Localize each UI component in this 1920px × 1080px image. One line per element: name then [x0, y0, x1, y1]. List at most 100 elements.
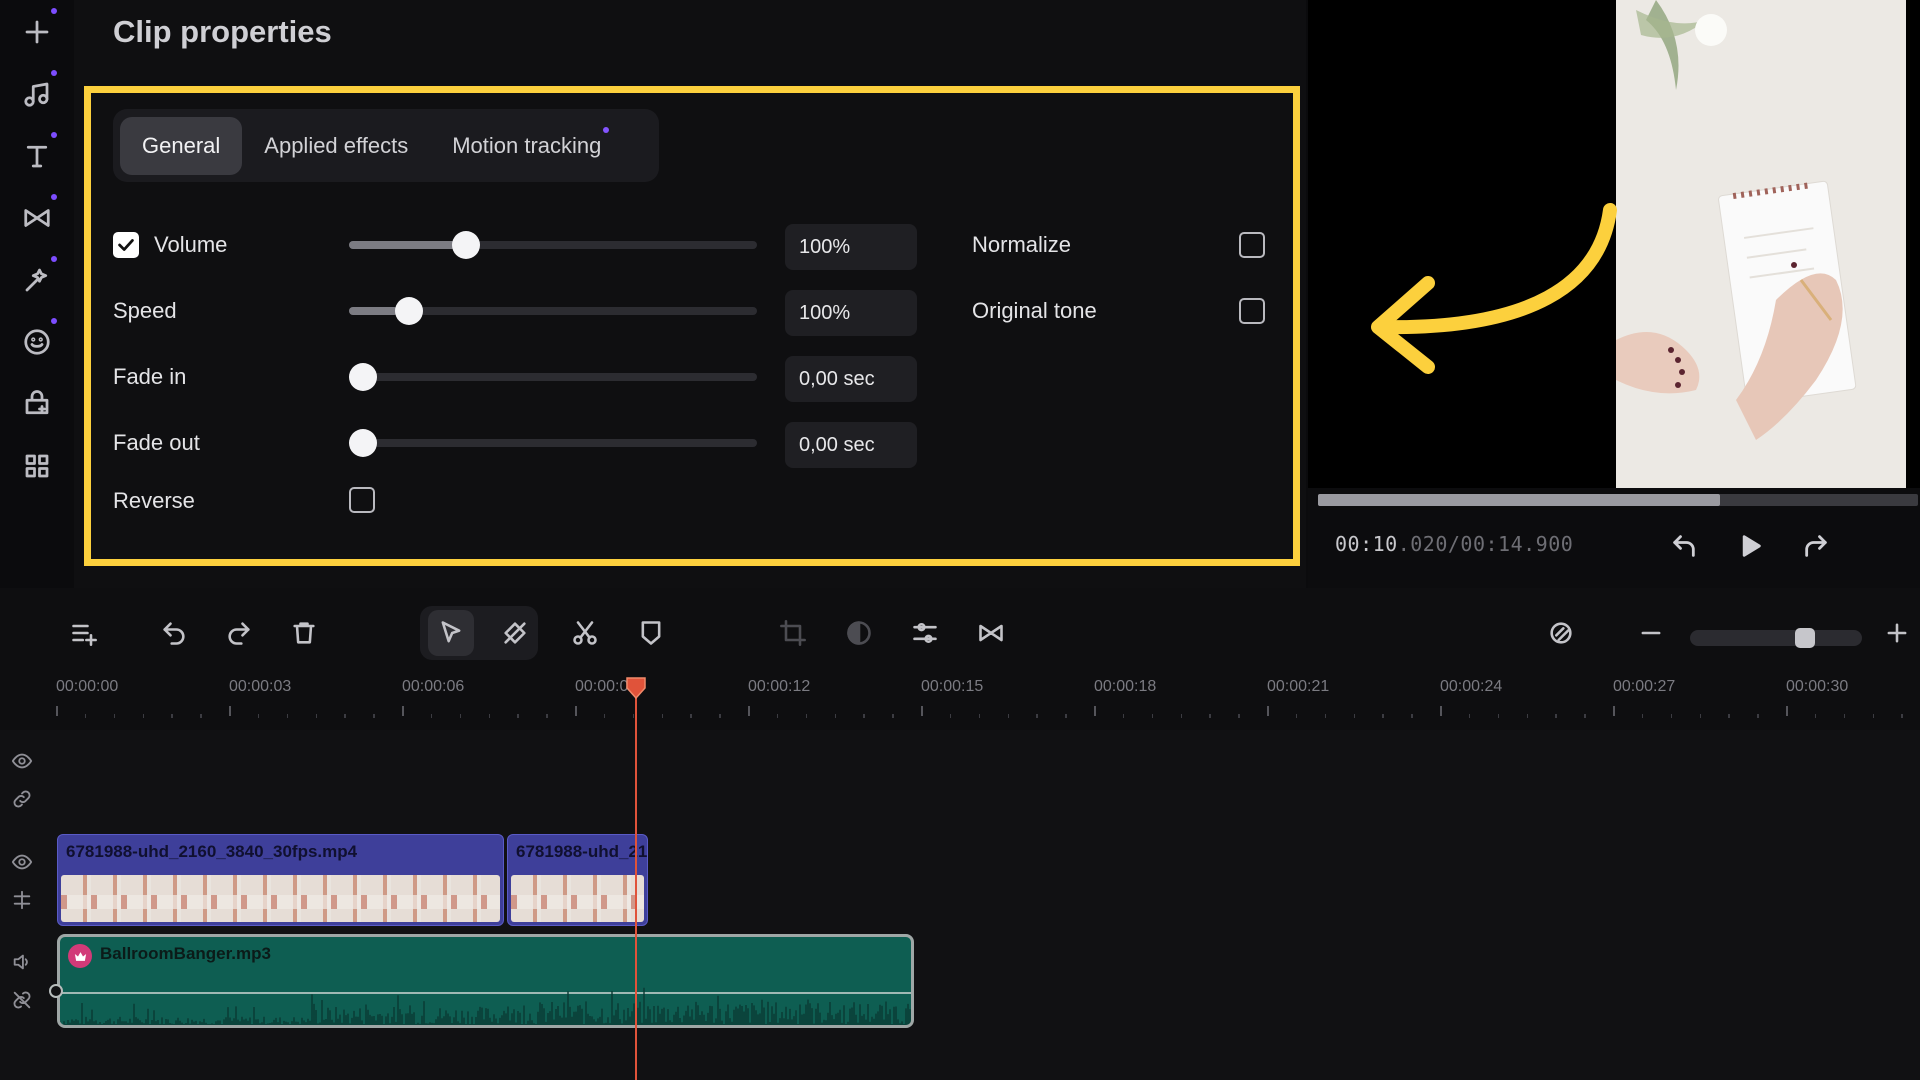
- unlink-icon[interactable]: [8, 986, 36, 1014]
- play-icon[interactable]: [1732, 528, 1768, 564]
- ruler-minor-tick: [1151, 714, 1154, 718]
- ruler-minor-tick: [632, 714, 635, 718]
- ruler-minor-tick: [257, 714, 260, 718]
- effects-icon[interactable]: [19, 256, 57, 298]
- normalize-label: Normalize: [972, 232, 1072, 257]
- music-icon[interactable]: [19, 70, 57, 112]
- slider-knob[interactable]: [394, 297, 423, 325]
- ruler-minor-tick: [690, 714, 692, 718]
- speed-value-input[interactable]: 100%: [785, 290, 917, 336]
- link-icon[interactable]: [1538, 610, 1584, 656]
- ruler-minor-tick: [1497, 714, 1500, 718]
- ruler-minor-tick: [546, 714, 548, 718]
- ruler-minor-tick: [488, 714, 490, 718]
- eye-icon[interactable]: [8, 848, 36, 876]
- clip-thumbnails: [61, 875, 500, 922]
- ruler-tick: [1786, 706, 1788, 716]
- playhead-handle[interactable]: [625, 676, 647, 700]
- ruler-minor-tick: [430, 714, 433, 718]
- ruler-tick: [1094, 706, 1096, 716]
- add-track-icon[interactable]: [61, 610, 107, 656]
- eye-icon[interactable]: [8, 747, 36, 775]
- tab-general[interactable]: General: [120, 116, 243, 175]
- rewind-icon[interactable]: [1666, 528, 1702, 564]
- speed-label: Speed: [113, 298, 177, 323]
- reverse-checkbox[interactable]: [349, 487, 375, 513]
- zoom-knob[interactable]: [1795, 628, 1816, 648]
- slider-knob[interactable]: [451, 231, 480, 259]
- ruler-minor-tick: [517, 714, 519, 718]
- adjust-icon[interactable]: [902, 610, 948, 656]
- volume-slider[interactable]: [349, 231, 757, 259]
- ruler-tick: [1440, 706, 1442, 716]
- ruler-tick-label: 00:00:24: [1440, 678, 1503, 695]
- ruler-tick-label: 00:00:27: [1613, 678, 1676, 695]
- zoom-slider[interactable]: [1690, 628, 1862, 648]
- volume-value-input[interactable]: 100%: [785, 224, 917, 270]
- ruler-minor-tick: [1670, 714, 1673, 718]
- ruler-minor-tick: [1757, 714, 1759, 718]
- tab-motion-tracking[interactable]: Motion tracking: [430, 117, 623, 175]
- ruler-tick: [402, 706, 404, 716]
- ruler-tick: [56, 706, 58, 716]
- speed-slider[interactable]: [349, 297, 757, 325]
- transition-icon[interactable]: [968, 610, 1014, 656]
- select-tool-icon[interactable]: [428, 610, 474, 656]
- crop-icon[interactable]: [770, 610, 816, 656]
- fade-in-slider[interactable]: [349, 363, 757, 391]
- fade-out-slider[interactable]: [349, 429, 757, 457]
- fade-out-value-input[interactable]: 0,00 sec: [785, 422, 917, 468]
- new-indicator-dot: [51, 256, 57, 262]
- volume-keyframe-handle[interactable]: [49, 984, 63, 998]
- slider-knob[interactable]: [349, 363, 377, 391]
- zoom-in-icon[interactable]: [1874, 610, 1920, 656]
- slider-knob[interactable]: [349, 429, 377, 457]
- premium-crown-icon: [68, 944, 92, 968]
- audio-clip[interactable]: BallroomBanger.mp3: [57, 934, 914, 1028]
- ruler-minor-tick: [1209, 714, 1211, 718]
- ruler-tick-label: 00:00:03: [229, 678, 292, 695]
- add-media-icon[interactable]: [19, 8, 57, 50]
- ruler-tick: [1267, 706, 1269, 716]
- color-icon[interactable]: [836, 610, 882, 656]
- undo-icon[interactable]: [151, 610, 197, 656]
- ruler-minor-tick: [459, 714, 462, 718]
- ruler-minor-tick: [776, 714, 779, 718]
- tab-applied-effects[interactable]: Applied effects: [242, 117, 430, 175]
- delete-icon[interactable]: [281, 610, 327, 656]
- forward-icon[interactable]: [1798, 528, 1834, 564]
- original-tone-checkbox[interactable]: [1239, 298, 1265, 324]
- mute-video-icon[interactable]: [8, 886, 36, 914]
- fade-in-value-input[interactable]: 0,00 sec: [785, 356, 917, 402]
- volume-icon[interactable]: [8, 948, 36, 976]
- ruler-tick-label: 00:00:21: [1267, 678, 1330, 695]
- fade-in-label: Fade in: [113, 364, 187, 389]
- ruler-minor-tick: [315, 714, 317, 718]
- stickers-icon[interactable]: [19, 318, 57, 360]
- redo-icon[interactable]: [216, 610, 262, 656]
- ruler-minor-tick: [1353, 714, 1355, 718]
- magnet-tool-icon[interactable]: [492, 610, 538, 656]
- ruler-minor-tick: [1411, 714, 1413, 718]
- ruler-minor-tick: [1065, 714, 1067, 718]
- link-track-icon[interactable]: [8, 785, 36, 813]
- split-icon[interactable]: [562, 610, 608, 656]
- video-clip[interactable]: 6781988-uhd_2160_3840_30fps.mp4: [57, 834, 504, 926]
- preview-progress-bar[interactable]: [1318, 494, 1918, 506]
- volume-checkbox[interactable]: [113, 232, 139, 258]
- tab-motion-tracking-label: Motion tracking: [452, 132, 602, 158]
- new-indicator-dot: [51, 194, 57, 200]
- store-icon[interactable]: [19, 386, 55, 422]
- zoom-out-icon[interactable]: [1628, 610, 1674, 656]
- ruler-minor-tick: [1180, 714, 1182, 718]
- time-ruler[interactable]: 00:00:00 00:00:03 00:00:06 00:00:09 00:00:12…: [0, 678, 1920, 730]
- timecode-current: 00:10: [1335, 532, 1398, 556]
- video-clip[interactable]: 6781988-uhd_2160_3840_30fps.mp4: [507, 834, 648, 926]
- ruler-tick-label: 00:00:15: [921, 678, 984, 695]
- apps-icon[interactable]: [19, 448, 55, 484]
- tab-bar: General Applied effects Motion tracking: [113, 109, 659, 182]
- transitions-icon[interactable]: [19, 194, 57, 236]
- normalize-checkbox[interactable]: [1239, 232, 1265, 258]
- text-icon[interactable]: [19, 132, 57, 174]
- marker-icon[interactable]: [628, 610, 674, 656]
